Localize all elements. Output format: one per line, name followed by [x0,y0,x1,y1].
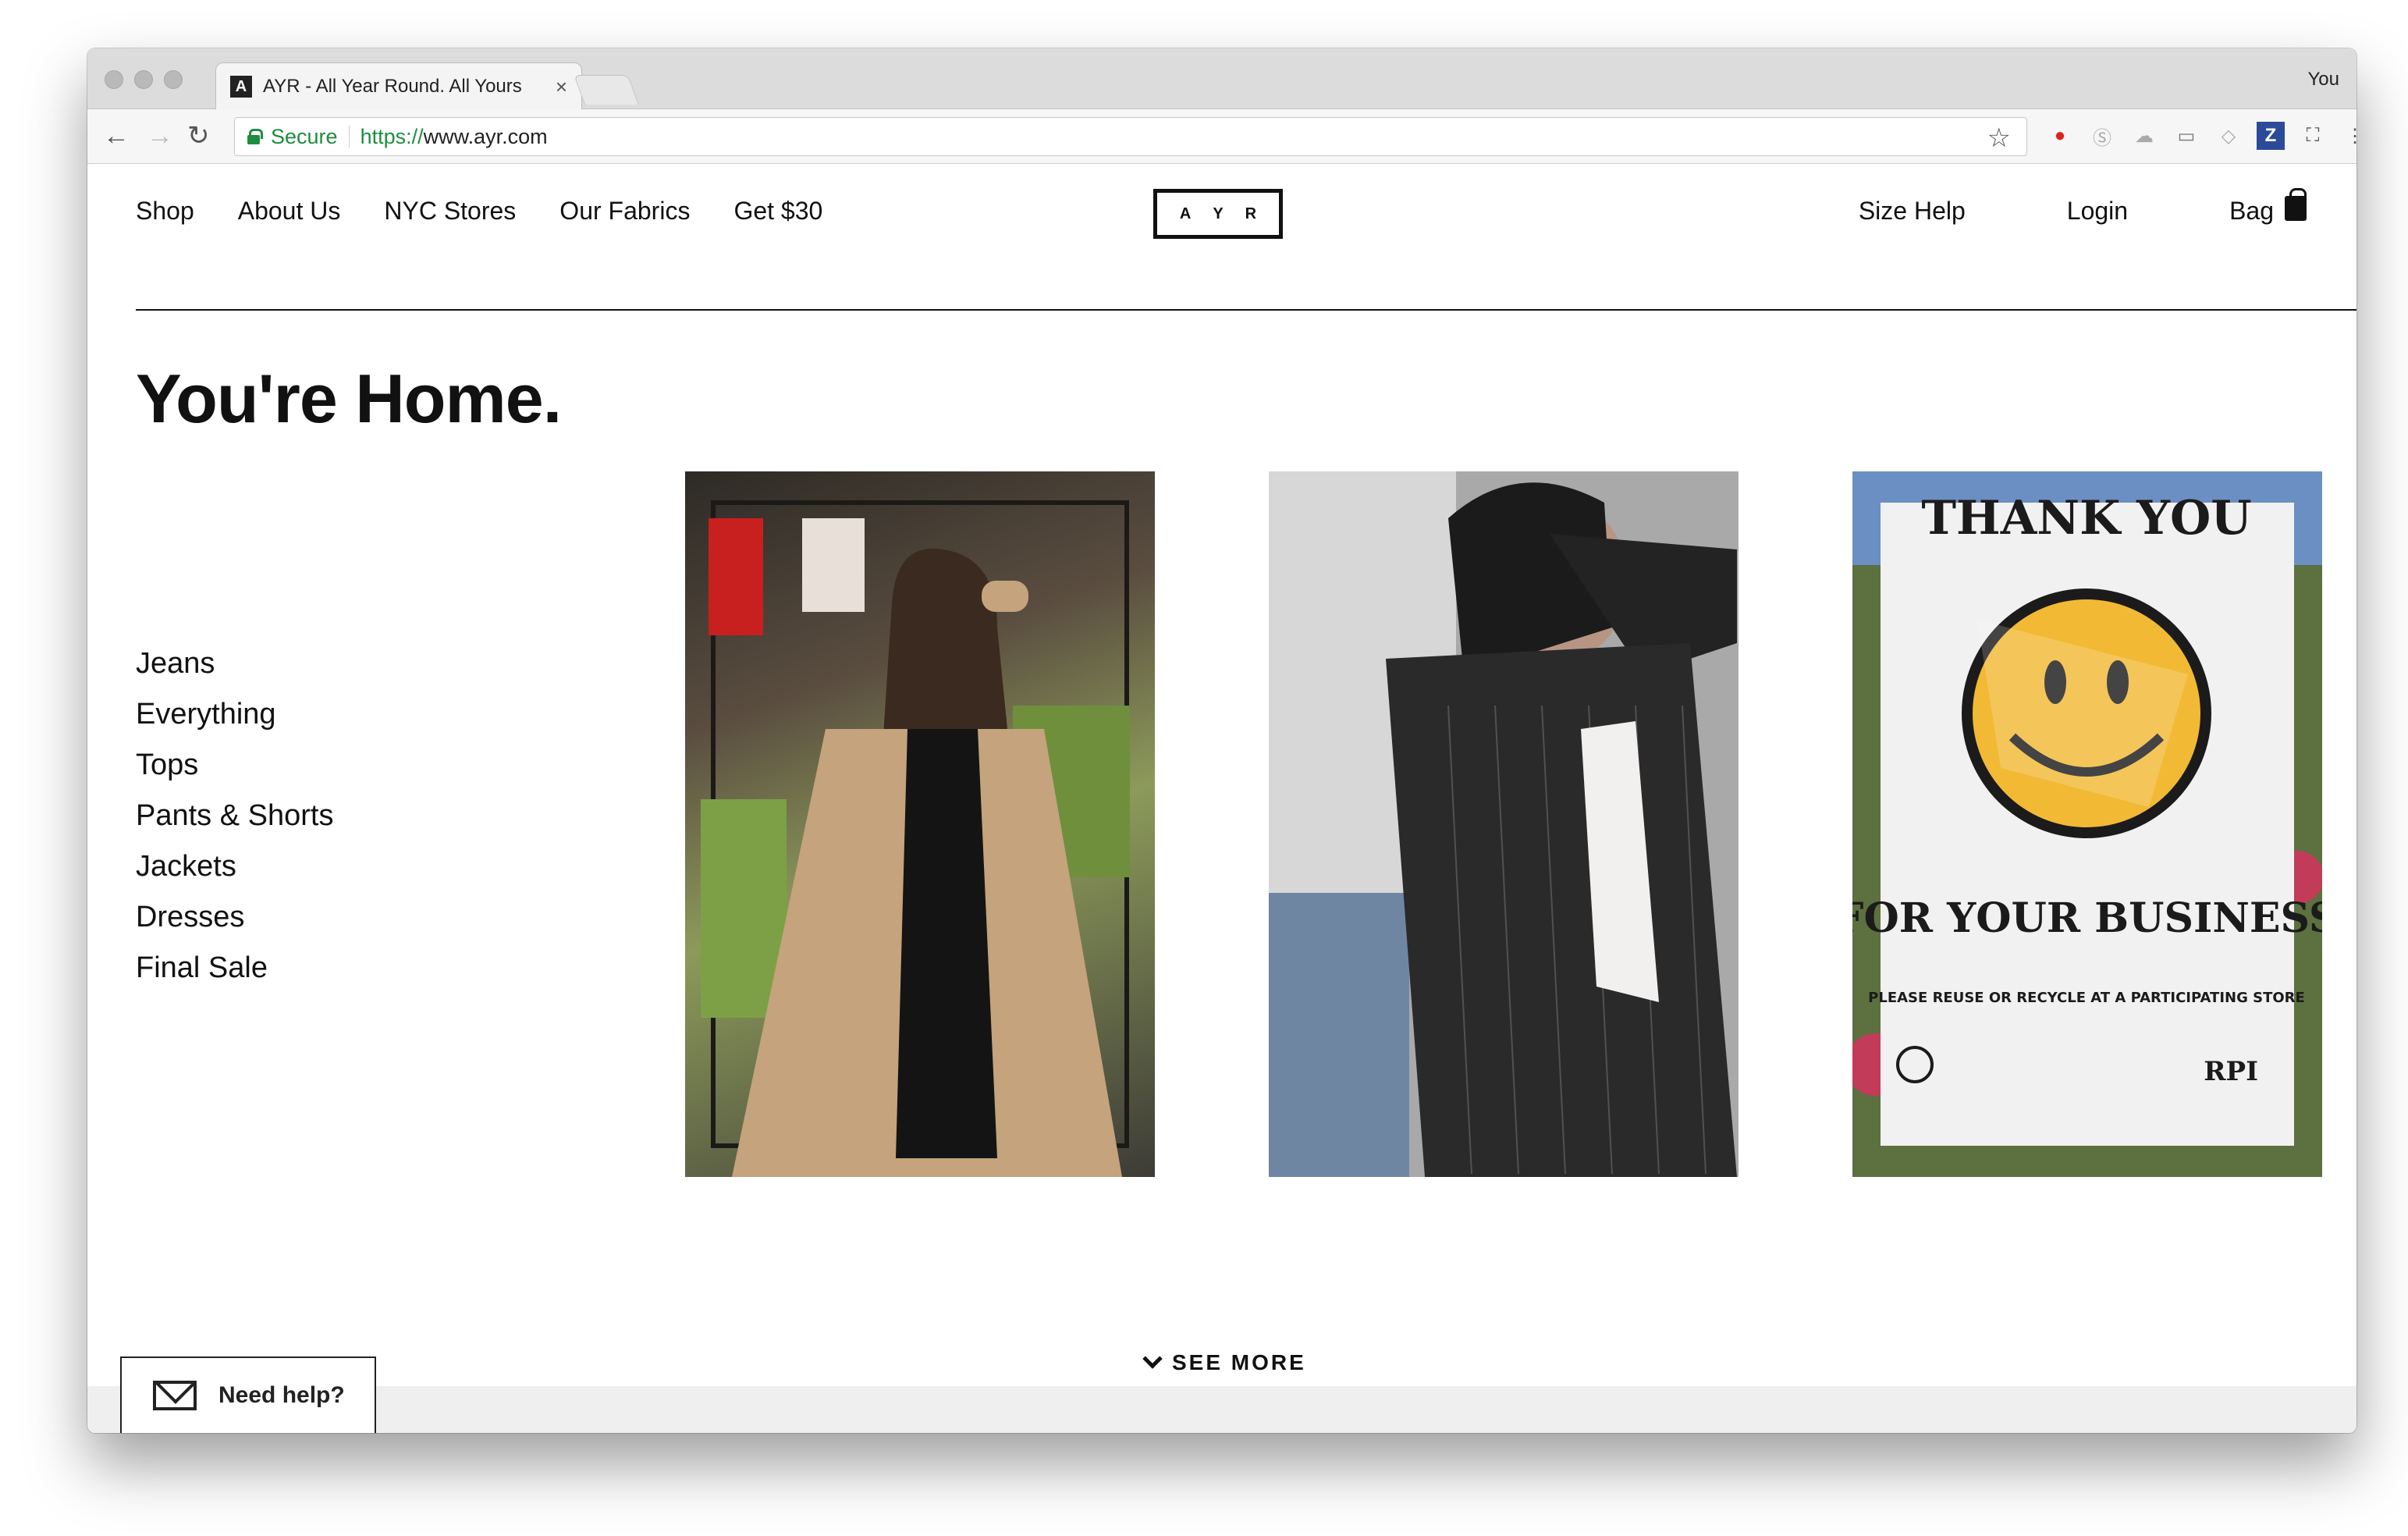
browser-toolbar: ← → ↻ Secure https:// www.ayr.com ☆ ● Ⓢ … [87,109,2357,164]
see-more-label: SEE MORE [1172,1350,1306,1374]
nav-shop[interactable]: Shop [136,197,194,226]
category-final-sale[interactable]: Final Sale [136,943,333,994]
tab-strip: A AYR - All Year Round. All Yours × You [87,48,2357,110]
need-help-button[interactable]: Need help? [120,1356,376,1433]
profile-button[interactable]: You [2308,69,2340,91]
tab-title: AYR - All Year Round. All Yours [263,76,522,97]
close-window-button[interactable] [105,70,123,89]
bag-text-recycle: PLEASE REUSE OR RECYCLE AT A PARTICIPATI… [1868,990,2305,1006]
secure-label: Secure [271,124,338,148]
category-everything[interactable]: Everything [136,689,333,740]
bag-text-thank-you: THANK YOU [1921,491,2251,546]
woman-camel-coat-market-photo[interactable] [685,471,1155,1177]
category-pants-shorts[interactable]: Pants & Shorts [136,791,333,841]
category-tops[interactable]: Tops [136,740,333,791]
browser-window: A AYR - All Year Round. All Yours × You … [87,48,2357,1433]
nav-our-fabrics[interactable]: Our Fabrics [559,197,690,226]
woman-pinstripe-blazer-street-photo[interactable] [1269,471,1739,1177]
minimize-window-button[interactable] [134,70,153,89]
ayr-homepage: Shop About Us NYC Stores Our Fabrics Get… [87,164,2357,1433]
category-dresses[interactable]: Dresses [136,892,333,943]
skype-extension-icon[interactable]: Ⓢ [2088,122,2116,150]
cloud-extension-icon[interactable]: ☁ [2130,122,2158,150]
category-list: Jeans Everything Tops Pants & Shorts Jac… [136,638,333,994]
logo-letter: R [1245,204,1257,222]
url-separator [348,126,350,148]
shopping-bag-icon [2285,187,2307,221]
nav-login[interactable]: Login [2067,197,2128,226]
cast-icon[interactable]: ▭ [2172,122,2200,150]
extension-notification-icon[interactable]: ● [2046,122,2074,150]
see-more-button[interactable]: SEE MORE [1142,1349,1306,1375]
thank-you-smiley-bag-photo[interactable]: THANK YOU FOR YOUR BUSINESS PLEASE REUSE… [1852,471,2322,1177]
maximize-window-button[interactable] [164,70,183,89]
primary-nav: Shop About Us NYC Stores Our Fabrics Get… [136,197,822,226]
logo-letter: Y [1213,204,1224,222]
url-scheme: https:// [360,124,424,148]
envelope-icon [153,1381,197,1410]
category-jackets[interactable]: Jackets [136,841,333,892]
screenshot-extension-icon[interactable]: ⛶ [2299,122,2327,150]
header-divider [136,309,2357,311]
url-host: www.ayr.com [423,124,548,148]
nav-bag: Bag [2229,197,2274,225]
footer-band [87,1386,2357,1433]
reload-icon[interactable]: ↻ [187,120,210,151]
ayr-logo[interactable]: A Y R [1153,189,1283,239]
bag-text-business: FOR YOUR BUSINESS [1852,894,2322,942]
forward-icon[interactable]: → [147,120,173,151]
nav-nyc-stores[interactable]: NYC Stores [384,197,516,226]
browser-tab[interactable]: A AYR - All Year Round. All Yours × [215,62,582,110]
lock-icon [247,129,263,144]
chevron-down-icon [1142,1349,1163,1369]
nav-get-30[interactable]: Get $30 [733,197,822,226]
nav-about-us[interactable]: About Us [238,197,341,226]
category-jeans[interactable]: Jeans [136,638,333,689]
tab-close-icon[interactable]: × [556,75,567,99]
menu-dots-icon[interactable]: ⋮ [2341,122,2357,150]
address-bar[interactable]: Secure https:// www.ayr.com ☆ [234,117,2027,156]
z-extension-icon[interactable]: Z [2257,122,2285,150]
page-headline: You're Home. [136,360,562,437]
dropbox-extension-icon[interactable]: ◇ [2214,122,2243,150]
bookmark-star-icon[interactable]: ☆ [1987,123,2011,154]
logo-letter: A [1179,204,1192,222]
new-tab-button[interactable] [574,75,639,105]
secondary-nav: Size Help Login Bag [1859,187,2307,226]
ayr-favicon-icon: A [230,76,252,98]
nav-size-help[interactable]: Size Help [1859,197,1966,226]
window-controls [105,70,183,89]
back-icon[interactable]: ← [103,120,130,151]
bag-text-brand: RPI [2204,1056,2258,1087]
need-help-label: Need help? [218,1382,345,1408]
bag-link[interactable]: Bag [2229,187,2307,226]
